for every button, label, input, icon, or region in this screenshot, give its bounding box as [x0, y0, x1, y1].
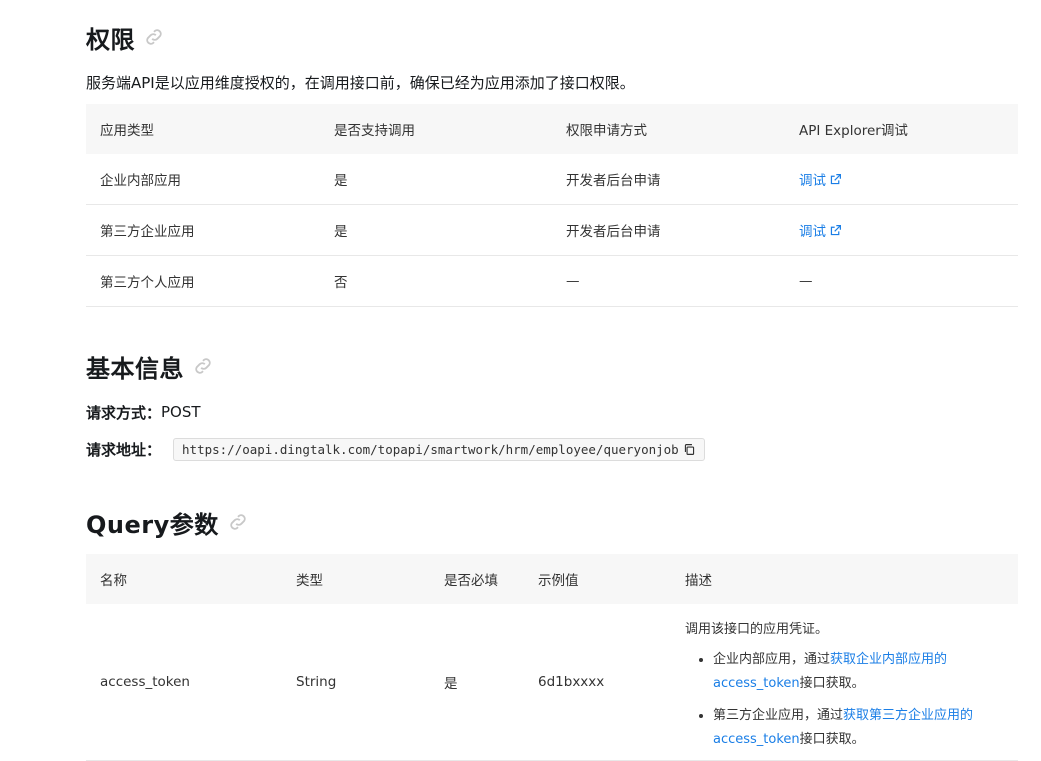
- permissions-title: 权限: [86, 25, 135, 54]
- request-url-label: 请求地址：: [86, 440, 162, 459]
- col-apply-method: 权限申请方式: [552, 104, 785, 154]
- debug-link[interactable]: 调试: [799, 220, 842, 240]
- copy-icon[interactable]: [683, 443, 696, 456]
- col-api-explorer: API Explorer调试: [785, 104, 1018, 154]
- request-method-label: 请求方式：: [86, 403, 162, 422]
- table-row: 企业内部应用 是 开发者后台申请 调试: [86, 154, 1018, 205]
- cell-debug: —: [785, 255, 1018, 307]
- cell-app-type: 第三方个人应用: [86, 255, 320, 307]
- description-list: 企业内部应用，通过获取企业内部应用的access_token接口获取。 第三方企…: [685, 648, 1004, 752]
- list-item: 第三方企业应用，通过获取第三方企业应用的access_token接口获取。: [713, 704, 1004, 752]
- bullet-prefix: 企业内部应用，通过: [713, 652, 831, 667]
- col-description: 描述: [671, 554, 1018, 604]
- bullet-prefix: 第三方企业应用，通过: [713, 708, 844, 723]
- request-url-row: 请求地址： https://oapi.dingtalk.com/topapi/s…: [86, 434, 705, 464]
- cell-param-type: String: [282, 604, 430, 761]
- table-row: access_token String 是 6d1bxxxx 调用该接口的应用凭…: [86, 604, 1018, 761]
- request-url-value: https://oapi.dingtalk.com/topapi/smartwo…: [182, 441, 679, 457]
- debug-link-label: 调试: [799, 173, 826, 189]
- cell-param-description: 调用该接口的应用凭证。 企业内部应用，通过获取企业内部应用的access_tok…: [671, 604, 1018, 761]
- col-type: 类型: [282, 554, 430, 604]
- cell-debug: 调试: [785, 154, 1018, 205]
- col-required: 是否必填: [430, 554, 524, 604]
- anchor-link-icon[interactable]: [227, 511, 249, 533]
- bullet-suffix: 接口获取。: [799, 732, 865, 747]
- cell-apply: —: [552, 255, 785, 307]
- cell-debug: 调试: [785, 204, 1018, 256]
- table-row: 第三方个人应用 否 — —: [86, 255, 1018, 307]
- request-url-box[interactable]: https://oapi.dingtalk.com/topapi/smartwo…: [173, 437, 705, 461]
- bullet-suffix: 接口获取。: [799, 676, 865, 691]
- cell-supported: 否: [320, 255, 552, 307]
- cell-param-example: 6d1bxxxx: [524, 604, 671, 761]
- request-method-row: 请求方式： POST: [86, 397, 201, 427]
- cell-param-required: 是: [430, 604, 524, 761]
- cell-app-type: 第三方企业应用: [86, 204, 320, 256]
- basic-info-title: 基本信息: [86, 354, 184, 383]
- cell-supported: 是: [320, 154, 552, 205]
- anchor-link-icon[interactable]: [192, 355, 214, 377]
- query-params-heading: Query参数: [86, 502, 249, 542]
- debug-link[interactable]: 调试: [799, 169, 842, 189]
- cell-apply: 开发者后台申请: [552, 154, 785, 205]
- list-item: 企业内部应用，通过获取企业内部应用的access_token接口获取。: [713, 648, 1004, 696]
- col-supported: 是否支持调用: [320, 104, 552, 154]
- col-example: 示例值: [524, 554, 671, 604]
- anchor-link-icon[interactable]: [143, 26, 165, 48]
- col-name: 名称: [86, 554, 282, 604]
- debug-link-label: 调试: [799, 224, 826, 240]
- permissions-table: 应用类型 是否支持调用 权限申请方式 API Explorer调试 企业内部应用…: [86, 104, 1018, 307]
- request-method-value: POST: [161, 403, 201, 421]
- col-app-type: 应用类型: [86, 104, 320, 154]
- permissions-heading: 权限: [86, 17, 165, 57]
- query-params-title: Query参数: [86, 510, 219, 539]
- basic-info-heading: 基本信息: [86, 346, 214, 386]
- table-row: 第三方企业应用 是 开发者后台申请 调试: [86, 204, 1018, 256]
- query-params-table: 名称 类型 是否必填 示例值 描述 access_token String 是 …: [86, 554, 1018, 761]
- cell-app-type: 企业内部应用: [86, 154, 320, 205]
- permissions-description: 服务端API是以应用维度授权的，在调用接口前，确保已经为应用添加了接口权限。: [86, 74, 635, 92]
- external-link-icon: [829, 173, 842, 186]
- external-link-icon: [829, 224, 842, 237]
- cell-param-name: access_token: [86, 604, 282, 761]
- cell-apply: 开发者后台申请: [552, 204, 785, 256]
- description-intro: 调用该接口的应用凭证。: [685, 622, 829, 637]
- cell-supported: 是: [320, 204, 552, 256]
